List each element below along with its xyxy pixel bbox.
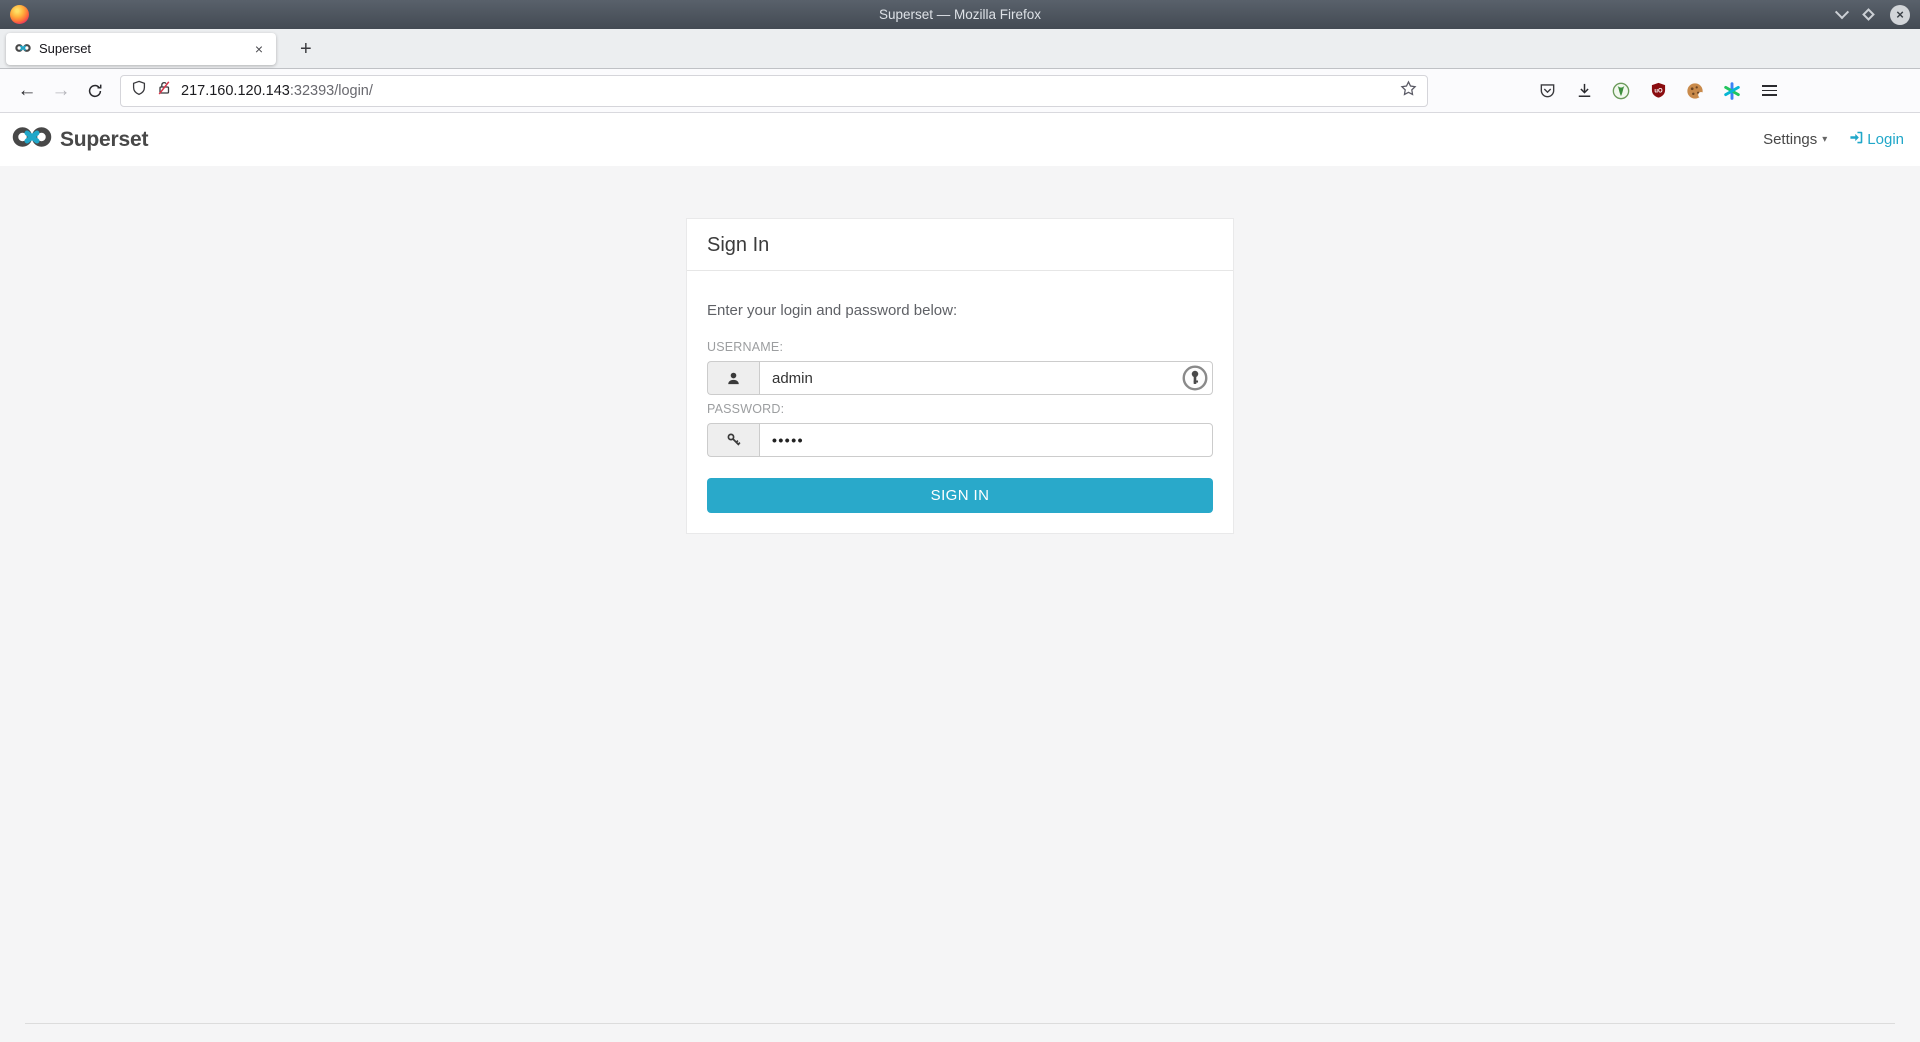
downloads-icon[interactable]: [1569, 76, 1599, 106]
colorful-asterisk-extension-icon[interactable]: [1717, 76, 1747, 106]
superset-logo[interactable]: Superset: [12, 126, 148, 153]
extension-green-globe-icon[interactable]: [1606, 76, 1636, 106]
password-label: PASSWORD:: [707, 402, 1213, 416]
settings-label: Settings: [1763, 131, 1817, 148]
sign-in-icon: [1849, 130, 1864, 149]
panel-body: Enter your login and password below: USE…: [687, 271, 1233, 533]
footer-divider: [25, 1023, 1895, 1024]
new-tab-button[interactable]: +: [292, 39, 320, 59]
browser-window: Superset — Mozilla Firefox × Superset × …: [0, 0, 1920, 1042]
tab-title: Superset: [39, 41, 243, 56]
header-right: Settings ▾ Login: [1763, 130, 1904, 149]
url-host: 217.160.120.143: [181, 83, 290, 99]
login-label: Login: [1867, 131, 1904, 148]
login-link[interactable]: Login: [1849, 130, 1904, 149]
instruction-text: Enter your login and password below:: [707, 302, 1213, 319]
navigation-toolbar: ← → 217.160.120.143:32393/login/: [0, 69, 1920, 113]
toolbar-extensions: uO: [1532, 76, 1784, 106]
tab-close-icon[interactable]: ×: [251, 40, 267, 58]
title-bar: Superset — Mozilla Firefox ×: [0, 0, 1920, 29]
password-manager-icon[interactable]: [1182, 365, 1208, 396]
superset-infinity-icon: [12, 126, 52, 153]
user-icon: [707, 361, 759, 395]
page-content: Sign In Enter your login and password be…: [0, 166, 1920, 1042]
reload-button[interactable]: [78, 75, 112, 107]
insecure-lock-icon[interactable]: [156, 80, 172, 101]
window-maximize-button[interactable]: [1862, 8, 1875, 21]
sign-in-button[interactable]: SIGN IN: [707, 478, 1213, 513]
back-button[interactable]: ←: [10, 75, 44, 107]
window-close-button[interactable]: ×: [1890, 5, 1910, 25]
forward-button[interactable]: →: [44, 75, 78, 107]
chevron-down-icon: ▾: [1822, 134, 1827, 145]
menu-hamburger-icon[interactable]: [1754, 76, 1784, 106]
tab-superset[interactable]: Superset ×: [6, 33, 276, 65]
brand-name: Superset: [60, 128, 148, 152]
shield-icon[interactable]: [131, 80, 147, 101]
window-controls: ×: [1837, 5, 1910, 25]
tab-strip: Superset × +: [0, 29, 1920, 69]
firefox-icon: [10, 5, 29, 24]
username-group: [707, 361, 1213, 395]
bookmark-star-icon[interactable]: [1400, 80, 1417, 102]
window-title: Superset — Mozilla Firefox: [879, 7, 1041, 22]
window-minimize-button[interactable]: [1835, 5, 1849, 19]
ublock-origin-icon[interactable]: uO: [1643, 76, 1673, 106]
ublock-badge-text: uO: [1654, 88, 1663, 94]
url-bar[interactable]: 217.160.120.143:32393/login/: [120, 75, 1428, 107]
superset-favicon-icon: [15, 40, 31, 58]
panel-title: Sign In: [687, 219, 1233, 271]
key-icon: [707, 423, 759, 457]
password-input[interactable]: [759, 423, 1213, 457]
username-input[interactable]: [759, 361, 1213, 395]
password-group: [707, 423, 1213, 457]
cookie-extension-icon[interactable]: [1680, 76, 1710, 106]
sign-in-panel: Sign In Enter your login and password be…: [686, 218, 1234, 534]
username-label: USERNAME:: [707, 340, 1213, 354]
superset-header: Superset Settings ▾ Login: [0, 113, 1920, 166]
settings-menu[interactable]: Settings ▾: [1763, 131, 1827, 148]
pocket-icon[interactable]: [1532, 76, 1562, 106]
url-text: 217.160.120.143:32393/login/: [181, 83, 1391, 99]
url-path: :32393/login/: [290, 83, 373, 99]
